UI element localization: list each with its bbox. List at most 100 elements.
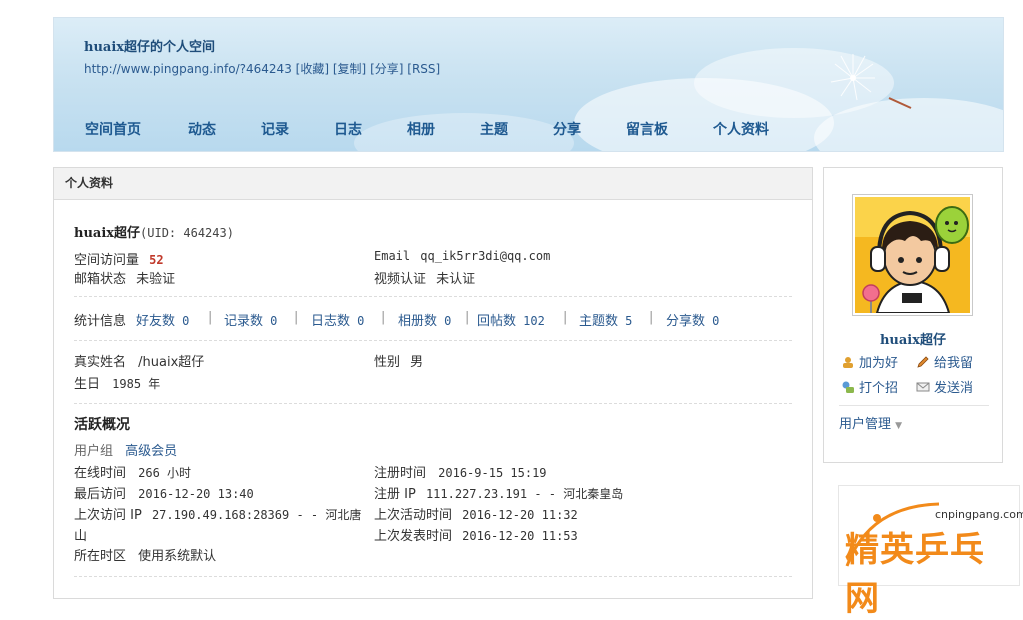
profile-uid: (UID: 464243) <box>140 226 234 240</box>
stat-value: 0 <box>712 314 720 328</box>
video-auth-label: 视频认证 <box>374 272 427 287</box>
profile-username: huaix超仔 <box>74 226 141 241</box>
dandelion-icon <box>830 54 912 109</box>
prev-ip-value: 27.190.49.168:28369 - - 河北唐 <box>151 508 362 522</box>
stat-value: 0 <box>444 314 452 328</box>
realname-value: /huaix超仔 <box>138 355 205 370</box>
stat-topics[interactable]: 主题数 5 <box>579 310 632 329</box>
group-label: 用户组 <box>74 444 114 459</box>
stat-blogs[interactable]: 日志数 0 <box>311 310 364 329</box>
video-auth-row: 视频认证 未认证 <box>374 268 475 287</box>
last-post-row: 上次发表时间 2016-12-20 11:53 <box>374 525 578 544</box>
space-title[interactable]: huaix超仔的个人空间 <box>84 36 215 55</box>
email-label: Email <box>374 249 411 263</box>
gender-value: 男 <box>410 355 424 370</box>
nav-share[interactable]: 分享 <box>553 119 581 139</box>
profile-username-row: huaix超仔(UID: 464243) <box>74 222 234 241</box>
last-active-row: 上次活动时间 2016-12-20 11:32 <box>374 504 578 523</box>
ad-banner[interactable]: cnpingpang.com 精英乒乓网 <box>838 485 1023 619</box>
user-manage-dropdown[interactable]: 用户管理 ▼ <box>839 413 902 432</box>
stat-label: 主题数 <box>579 314 619 329</box>
stats-row: 统计信息 <box>74 310 126 329</box>
ad-brand: 精英乒乓网 <box>845 530 985 619</box>
stat-label: 回帖数 <box>477 314 517 329</box>
birthday-label: 生日 <box>74 377 101 392</box>
visits-row: 空间访问量 52 <box>74 249 164 268</box>
bookmark-link[interactable]: [收藏] <box>296 62 329 76</box>
visits-value: 52 <box>149 253 164 267</box>
online-value: 266 小时 <box>138 466 192 480</box>
panel-title: 个人资料 <box>54 168 812 200</box>
stat-separator: | <box>294 310 299 325</box>
nav-topics[interactable]: 主题 <box>480 119 508 139</box>
nav-album[interactable]: 相册 <box>407 119 435 139</box>
leave-message-link[interactable]: 给我留 <box>916 352 973 371</box>
timezone-label: 所在时区 <box>74 549 127 564</box>
reg-ip-label: 注册 IP <box>374 487 416 502</box>
realname-row: 真实姓名 /huaix超仔 <box>74 351 204 370</box>
stat-separator: | <box>563 310 568 325</box>
stat-separator: | <box>465 310 470 325</box>
nav-records[interactable]: 记录 <box>261 119 289 139</box>
greet-link[interactable]: 打个招 <box>841 377 898 396</box>
divider <box>74 403 792 404</box>
last-visit-value: 2016-12-20 13:40 <box>138 487 254 501</box>
last-visit-label: 最后访问 <box>74 487 127 502</box>
last-active-label: 上次活动时间 <box>374 508 453 523</box>
stat-friends[interactable]: 好友数 0 <box>136 310 189 329</box>
group-row: 用户组 高级会员 <box>74 440 177 459</box>
video-auth-value: 未认证 <box>436 272 476 287</box>
group-value[interactable]: 高级会员 <box>125 444 177 459</box>
nav-feed[interactable]: 动态 <box>188 119 216 139</box>
pencil-icon <box>917 356 929 368</box>
copy-link[interactable]: [复制] <box>333 62 366 76</box>
reg-ip-row: 注册 IP 111.227.23.191 - - 河北秦皇岛 <box>374 483 623 502</box>
stats-label: 统计信息 <box>74 314 127 329</box>
stat-replies[interactable]: 回帖数 102 <box>477 310 545 329</box>
reg-time-row: 注册时间 2016-9-15 15:19 <box>374 462 547 481</box>
stat-label: 相册数 <box>398 314 438 329</box>
last-post-value: 2016-12-20 11:53 <box>462 529 578 543</box>
send-message-label: 发送消 <box>934 381 974 396</box>
stat-albums[interactable]: 相册数 0 <box>398 310 451 329</box>
reg-ip-value: 111.227.23.191 - - 河北秦皇岛 <box>425 487 624 501</box>
profile-sidebar: huaix超仔 加为好 给我留 打个招 发送消 用户管理 ▼ <box>823 167 1003 463</box>
timezone-value: 使用系统默认 <box>138 549 217 564</box>
last-visit-row: 最后访问 2016-12-20 13:40 <box>74 483 254 502</box>
reg-time-value: 2016-9-15 15:19 <box>438 466 547 480</box>
nav-guestbook[interactable]: 留言板 <box>626 119 668 139</box>
stat-label: 好友数 <box>136 314 176 329</box>
stat-separator: | <box>649 310 654 325</box>
prev-ip-row: 上次访问 IP 27.190.49.168:28369 - - 河北唐 <box>74 504 361 523</box>
visits-label: 空间访问量 <box>74 253 140 268</box>
gender-row: 性别 男 <box>374 351 423 370</box>
greet-label: 打个招 <box>859 381 899 396</box>
chevron-down-icon: ▼ <box>895 421 903 431</box>
nav-blog[interactable]: 日志 <box>334 119 362 139</box>
avatar[interactable] <box>852 194 973 316</box>
space-url[interactable]: http://www.pingpang.info/?464243 <box>84 62 292 76</box>
stat-value: 0 <box>357 314 365 328</box>
profile-panel: 个人资料 huaix超仔(UID: 464243) 空间访问量 52 Email… <box>53 167 813 599</box>
ad-domain: cnpingpang.com <box>935 508 1023 521</box>
space-header: huaix超仔的个人空间 http://www.pingpang.info/?4… <box>53 17 1004 152</box>
mail-status-value: 未验证 <box>136 272 176 287</box>
stat-label: 记录数 <box>224 314 264 329</box>
sidebar-divider <box>839 405 989 406</box>
birthday-row: 生日 1985 年 <box>74 373 160 392</box>
rss-link[interactable]: [RSS] <box>407 62 440 76</box>
stat-value: 5 <box>625 314 633 328</box>
prev-ip-wrap: 山 <box>74 529 88 544</box>
nav-profile[interactable]: 个人资料 <box>713 119 769 139</box>
stat-records[interactable]: 记录数 0 <box>224 310 277 329</box>
stat-shares[interactable]: 分享数 0 <box>666 310 719 329</box>
share-link[interactable]: [分享] <box>370 62 403 76</box>
add-friend-label: 加为好 <box>859 356 899 371</box>
nav-home[interactable]: 空间首页 <box>85 119 141 139</box>
last-post-label: 上次发表时间 <box>374 529 453 544</box>
add-friend-link[interactable]: 加为好 <box>841 352 898 371</box>
birthday-value: 1985 年 <box>112 377 161 391</box>
sidebar-username[interactable]: huaix超仔 <box>824 329 1002 348</box>
greet-icon <box>842 381 854 393</box>
send-message-link[interactable]: 发送消 <box>916 377 973 396</box>
